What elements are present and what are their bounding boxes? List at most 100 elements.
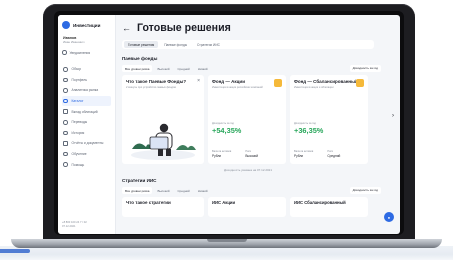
sidebar-nav: Обзор Портфель Аналитика рынка Каталог В… <box>62 64 111 170</box>
chart-icon <box>63 88 68 93</box>
risk-label: Риск <box>327 150 333 153</box>
help-icon <box>63 162 68 167</box>
sidebar-item-label: Отчёты и документы <box>71 141 104 146</box>
blue-edge <box>0 249 30 253</box>
sidebar-item-analytics[interactable]: Аналитика рынка <box>62 85 111 96</box>
sidebar-item-learning[interactable]: Обучение <box>62 149 111 160</box>
yield-note: Доходность указана на 07.12.2021 <box>223 168 272 172</box>
fund-card-stocks[interactable]: Фонд — Акции Инвестиции в акции российск… <box>208 75 286 164</box>
kpi-value: +54,35% <box>212 126 242 135</box>
fund-card-balanced[interactable]: Фонд — Сбалансированный Инвестиции в акц… <box>290 75 368 164</box>
risk-label: Риск <box>245 150 251 153</box>
sidebar-item-catalog[interactable]: Каталог <box>62 95 111 107</box>
fund-desc: Инвестиции в акции российских компаний <box>212 86 263 89</box>
sidebar-item-portfolio[interactable]: Портфель <box>62 75 111 86</box>
currency-value: Рубли <box>294 154 304 158</box>
sidebar: Инвестиции Иванов Иван Иванович Уведомле… <box>58 15 116 234</box>
brand[interactable]: Инвестиции <box>62 19 111 31</box>
currency-label: Валюта активов <box>294 150 314 153</box>
chat-fab-button[interactable]: ● <box>384 212 394 222</box>
sidebar-item-label: Портфель <box>71 77 88 82</box>
kpi-value: +36,35% <box>294 126 324 135</box>
sidebar-item-label: Аналитика рынка <box>71 88 99 93</box>
home-icon <box>63 67 68 72</box>
sidebar-item-overview[interactable]: Обзор <box>62 64 111 75</box>
iis-sort-dropdown[interactable]: Доходность за год <box>349 187 381 194</box>
sidebar-item-history[interactable]: История <box>62 128 111 139</box>
chat-icon: ● <box>387 214 391 220</box>
funds-risk-filters: Все уровни риска Высокий Средний Низкий … <box>122 65 393 72</box>
funds-sort-dropdown[interactable]: Доходность за год <box>349 65 381 72</box>
catalog-icon <box>63 98 68 104</box>
funds-section-title: Паевые фонды <box>122 56 158 61</box>
iis-risk-filters: Все уровни риска Высокий Средний Низкий … <box>122 187 393 194</box>
filter-low-risk[interactable]: Низкий <box>195 187 211 194</box>
fund-desc: Инвестиции в акции и облигации <box>294 86 334 89</box>
close-icon[interactable]: × <box>197 78 200 84</box>
currency-label: Валюта активов <box>212 150 232 153</box>
iis-section-title: Стратегии ИИС <box>122 178 157 183</box>
iis-card-name: ИИС Акции <box>212 200 236 205</box>
filter-medium-risk[interactable]: Средний <box>175 65 193 72</box>
kpi-label: Доходность за год <box>294 122 316 125</box>
report-icon <box>63 141 68 146</box>
iis-card-name: ИИС Сбалансированный <box>294 200 346 205</box>
kpi-label: Доходность за год <box>212 122 234 125</box>
sidebar-item-label: Обучение <box>71 152 87 157</box>
sidebar-item-label: История <box>71 130 85 135</box>
app-screen: Инвестиции Иванов Иван Иванович Уведомле… <box>58 15 400 234</box>
fund-name: Фонд — Сбалансированный <box>294 79 358 84</box>
iis-cards: Что такое стратегии ИИС Акции ИИС Сбалан… <box>122 197 393 217</box>
sidebar-item-reports[interactable]: Отчёты и документы <box>62 138 111 149</box>
iis-card-stocks[interactable]: ИИС Акции <box>208 197 286 217</box>
back-arrow-icon[interactable]: ← <box>122 23 131 33</box>
main-content: ← Готовые решения Готовые решения Паевые… <box>116 15 400 234</box>
sidebar-item-label: Помощь <box>71 162 85 167</box>
sidebar-item-label: Обзор <box>71 67 82 72</box>
photo-stage: Инвестиции Иванов Иван Иванович Уведомле… <box>0 0 453 260</box>
filter-high-risk[interactable]: Высокий <box>154 65 172 72</box>
notifications-link[interactable]: Уведомления <box>62 49 111 56</box>
sidebar-item-transfers[interactable]: Переводы <box>62 117 111 128</box>
tab-iis-strategies[interactable]: Стратегии ИИС <box>193 41 224 48</box>
filter-low-risk[interactable]: Низкий <box>195 65 211 72</box>
risk-value: Высокий <box>245 154 259 158</box>
clock-icon <box>63 130 68 136</box>
page-title: Готовые решения <box>137 22 231 34</box>
filter-all-risk[interactable]: Все уровни риска <box>122 187 153 194</box>
fund-meta: Валюта активов Рубли Риск Высокий <box>212 150 258 158</box>
transfer-icon <box>63 120 68 125</box>
sidebar-item-label: Каталог <box>71 99 84 104</box>
tab-ready-solutions[interactable]: Готовые решения <box>124 40 159 49</box>
filter-medium-risk[interactable]: Средний <box>175 187 193 194</box>
brand-logo-icon <box>62 21 70 29</box>
currency-value: Рубли <box>212 154 222 158</box>
sidebar-item-label: Переводы <box>71 120 88 125</box>
sidebar-item-bonds[interactable]: Вклад облигаций <box>62 106 111 117</box>
sidebar-item-label: Вклад облигаций <box>71 109 98 114</box>
chevron-right-icon[interactable]: › <box>392 113 394 119</box>
filter-high-risk[interactable]: Высокий <box>154 187 172 194</box>
filter-all-risk[interactable]: Все уровни риска <box>122 65 153 72</box>
fund-badge-icon <box>274 79 282 87</box>
fund-badge-icon <box>356 79 364 87</box>
fund-kpi: Доходность за год +36,35% <box>294 122 323 135</box>
fund-name: Фонд — Акции <box>212 79 245 84</box>
iis-promo-title: Что такое стратегии <box>126 200 171 205</box>
tab-mutual-funds[interactable]: Паевые фонды <box>160 41 191 48</box>
user-profile[interactable]: Иванов Иван Иванович <box>62 36 111 44</box>
bell-icon <box>62 50 67 55</box>
sidebar-item-help[interactable]: Помощь <box>62 159 111 170</box>
brand-name: Инвестиции <box>73 22 101 28</box>
page-header: ← Готовые решения <box>122 21 393 35</box>
fund-meta: Валюта активов Рубли Риск Средний <box>294 150 340 158</box>
footer-date: 07.12.2021 <box>62 225 76 228</box>
user-subtitle: Иван Иванович <box>63 40 85 44</box>
funds-cards: Что такое Паевые Фонды? × 2 минуты про у… <box>122 75 394 164</box>
iis-promo-card[interactable]: Что такое стратегии <box>122 197 204 217</box>
promo-desc: 2 минуты про устройство паевых фондов <box>126 86 176 89</box>
promo-card[interactable]: Что такое Паевые Фонды? × 2 минуты про у… <box>122 75 204 164</box>
person-laptop-illustration <box>131 123 196 160</box>
risk-value: Средний <box>327 154 341 158</box>
iis-card-balanced[interactable]: ИИС Сбалансированный <box>290 197 368 217</box>
